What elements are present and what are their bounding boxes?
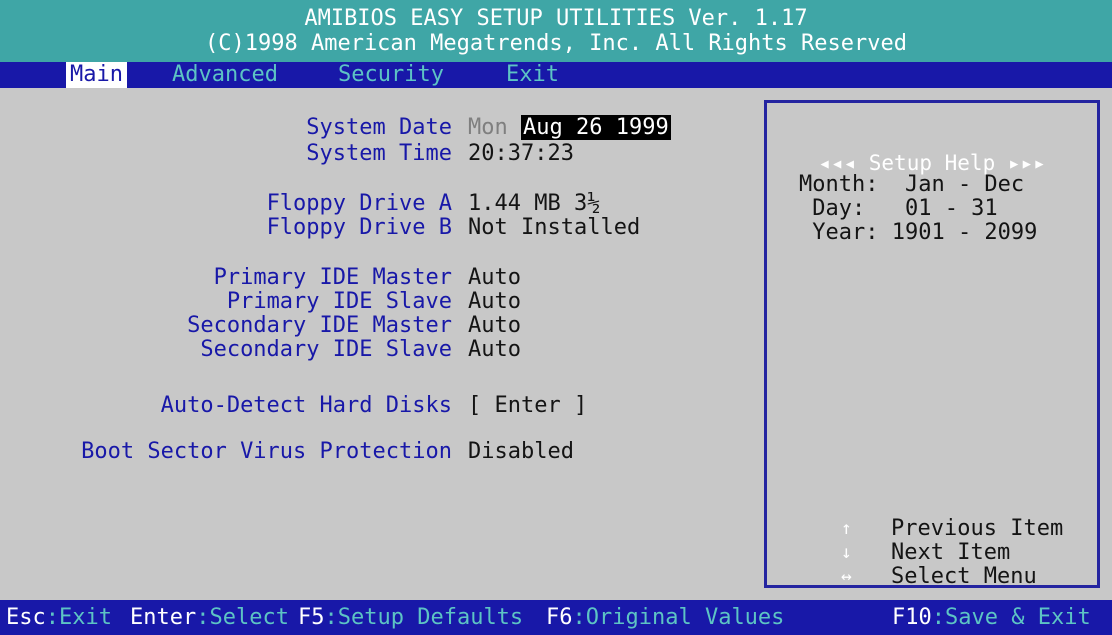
system-date-day: Mon [468,115,508,140]
up-arrow-icon: ↑ [841,518,852,539]
footer-enter: Enter:Select [130,605,289,630]
menu-exit[interactable]: Exit [502,62,563,88]
primary-master-value[interactable]: Auto [468,266,521,290]
floppy-a-value[interactable]: 1.44 MB 3½ [468,192,600,216]
key-hint-next: ↓ Next Item [767,541,1097,565]
system-time-value[interactable]: 20:37:23 [468,142,574,166]
bios-header: AMIBIOS EASY SETUP UTILITIES Ver. 1.17 (… [0,0,1112,62]
boot-virus-label: Boot Sector Virus Protection [81,439,452,464]
footer-esc: Esc:Exit [6,605,112,630]
primary-slave-value[interactable]: Auto [468,290,521,314]
system-date-field[interactable]: Aug 26 1999 [521,115,671,140]
key-hint-select-menu: ↔ Select Menu [767,565,1097,589]
menu-main[interactable]: Main [66,62,127,88]
floppy-a-label: Floppy Drive A [266,191,452,216]
secondary-master-value[interactable]: Auto [468,314,521,338]
left-right-arrow-icon: ↔ [841,566,852,587]
secondary-slave-label: Secondary IDE Slave [200,337,452,362]
help-year: Year: 1901 - 2099 [799,220,1038,245]
setup-help-box: ◂◂◂ Setup Help ▸▸▸ Month: Jan - Dec Day:… [764,100,1100,589]
system-time-label: System Time [306,141,452,166]
bios-title: AMIBIOS EASY SETUP UTILITIES Ver. 1.17 [304,6,808,31]
primary-master-label: Primary IDE Master [213,265,452,290]
primary-slave-label: Primary IDE Slave [226,289,452,314]
footer-f5: F5:Setup Defaults [298,605,524,630]
key-legend-bar: Esc:Exit Enter:Select F5:Setup Defaults … [0,600,1112,635]
menu-advanced[interactable]: Advanced [168,62,282,88]
system-date-label: System Date [306,115,452,140]
menu-bar: Main Advanced Security Exit [0,62,1112,88]
system-date-value[interactable]: Mon Aug 26 1999 [468,115,671,140]
key-hint-label: Previous Item [891,516,1064,541]
auto-detect-label: Auto-Detect Hard Disks [160,393,452,418]
down-arrow-icon: ↓ [841,542,852,563]
secondary-slave-value[interactable]: Auto [468,338,521,362]
auto-detect-button[interactable]: [ Enter ] [468,394,587,418]
key-hint-label: Select Menu [891,564,1037,589]
boot-virus-value[interactable]: Disabled [468,440,574,464]
footer-f10: F10:Save & Exit [892,605,1091,630]
copyright-notice: (C)1998 American Megatrends, Inc. All Ri… [205,31,907,56]
floppy-b-label: Floppy Drive B [266,215,452,240]
footer-f6: F6:Original Values [546,605,785,630]
secondary-master-label: Secondary IDE Master [187,313,452,338]
help-month: Month: Jan - Dec [799,172,1025,197]
floppy-b-value[interactable]: Not Installed [468,216,640,240]
key-hint-previous: ↑ Previous Item [767,517,1097,541]
menu-security[interactable]: Security [334,62,448,88]
help-day: Day: 01 - 31 [799,196,998,221]
key-hint-label: Next Item [891,540,1011,565]
